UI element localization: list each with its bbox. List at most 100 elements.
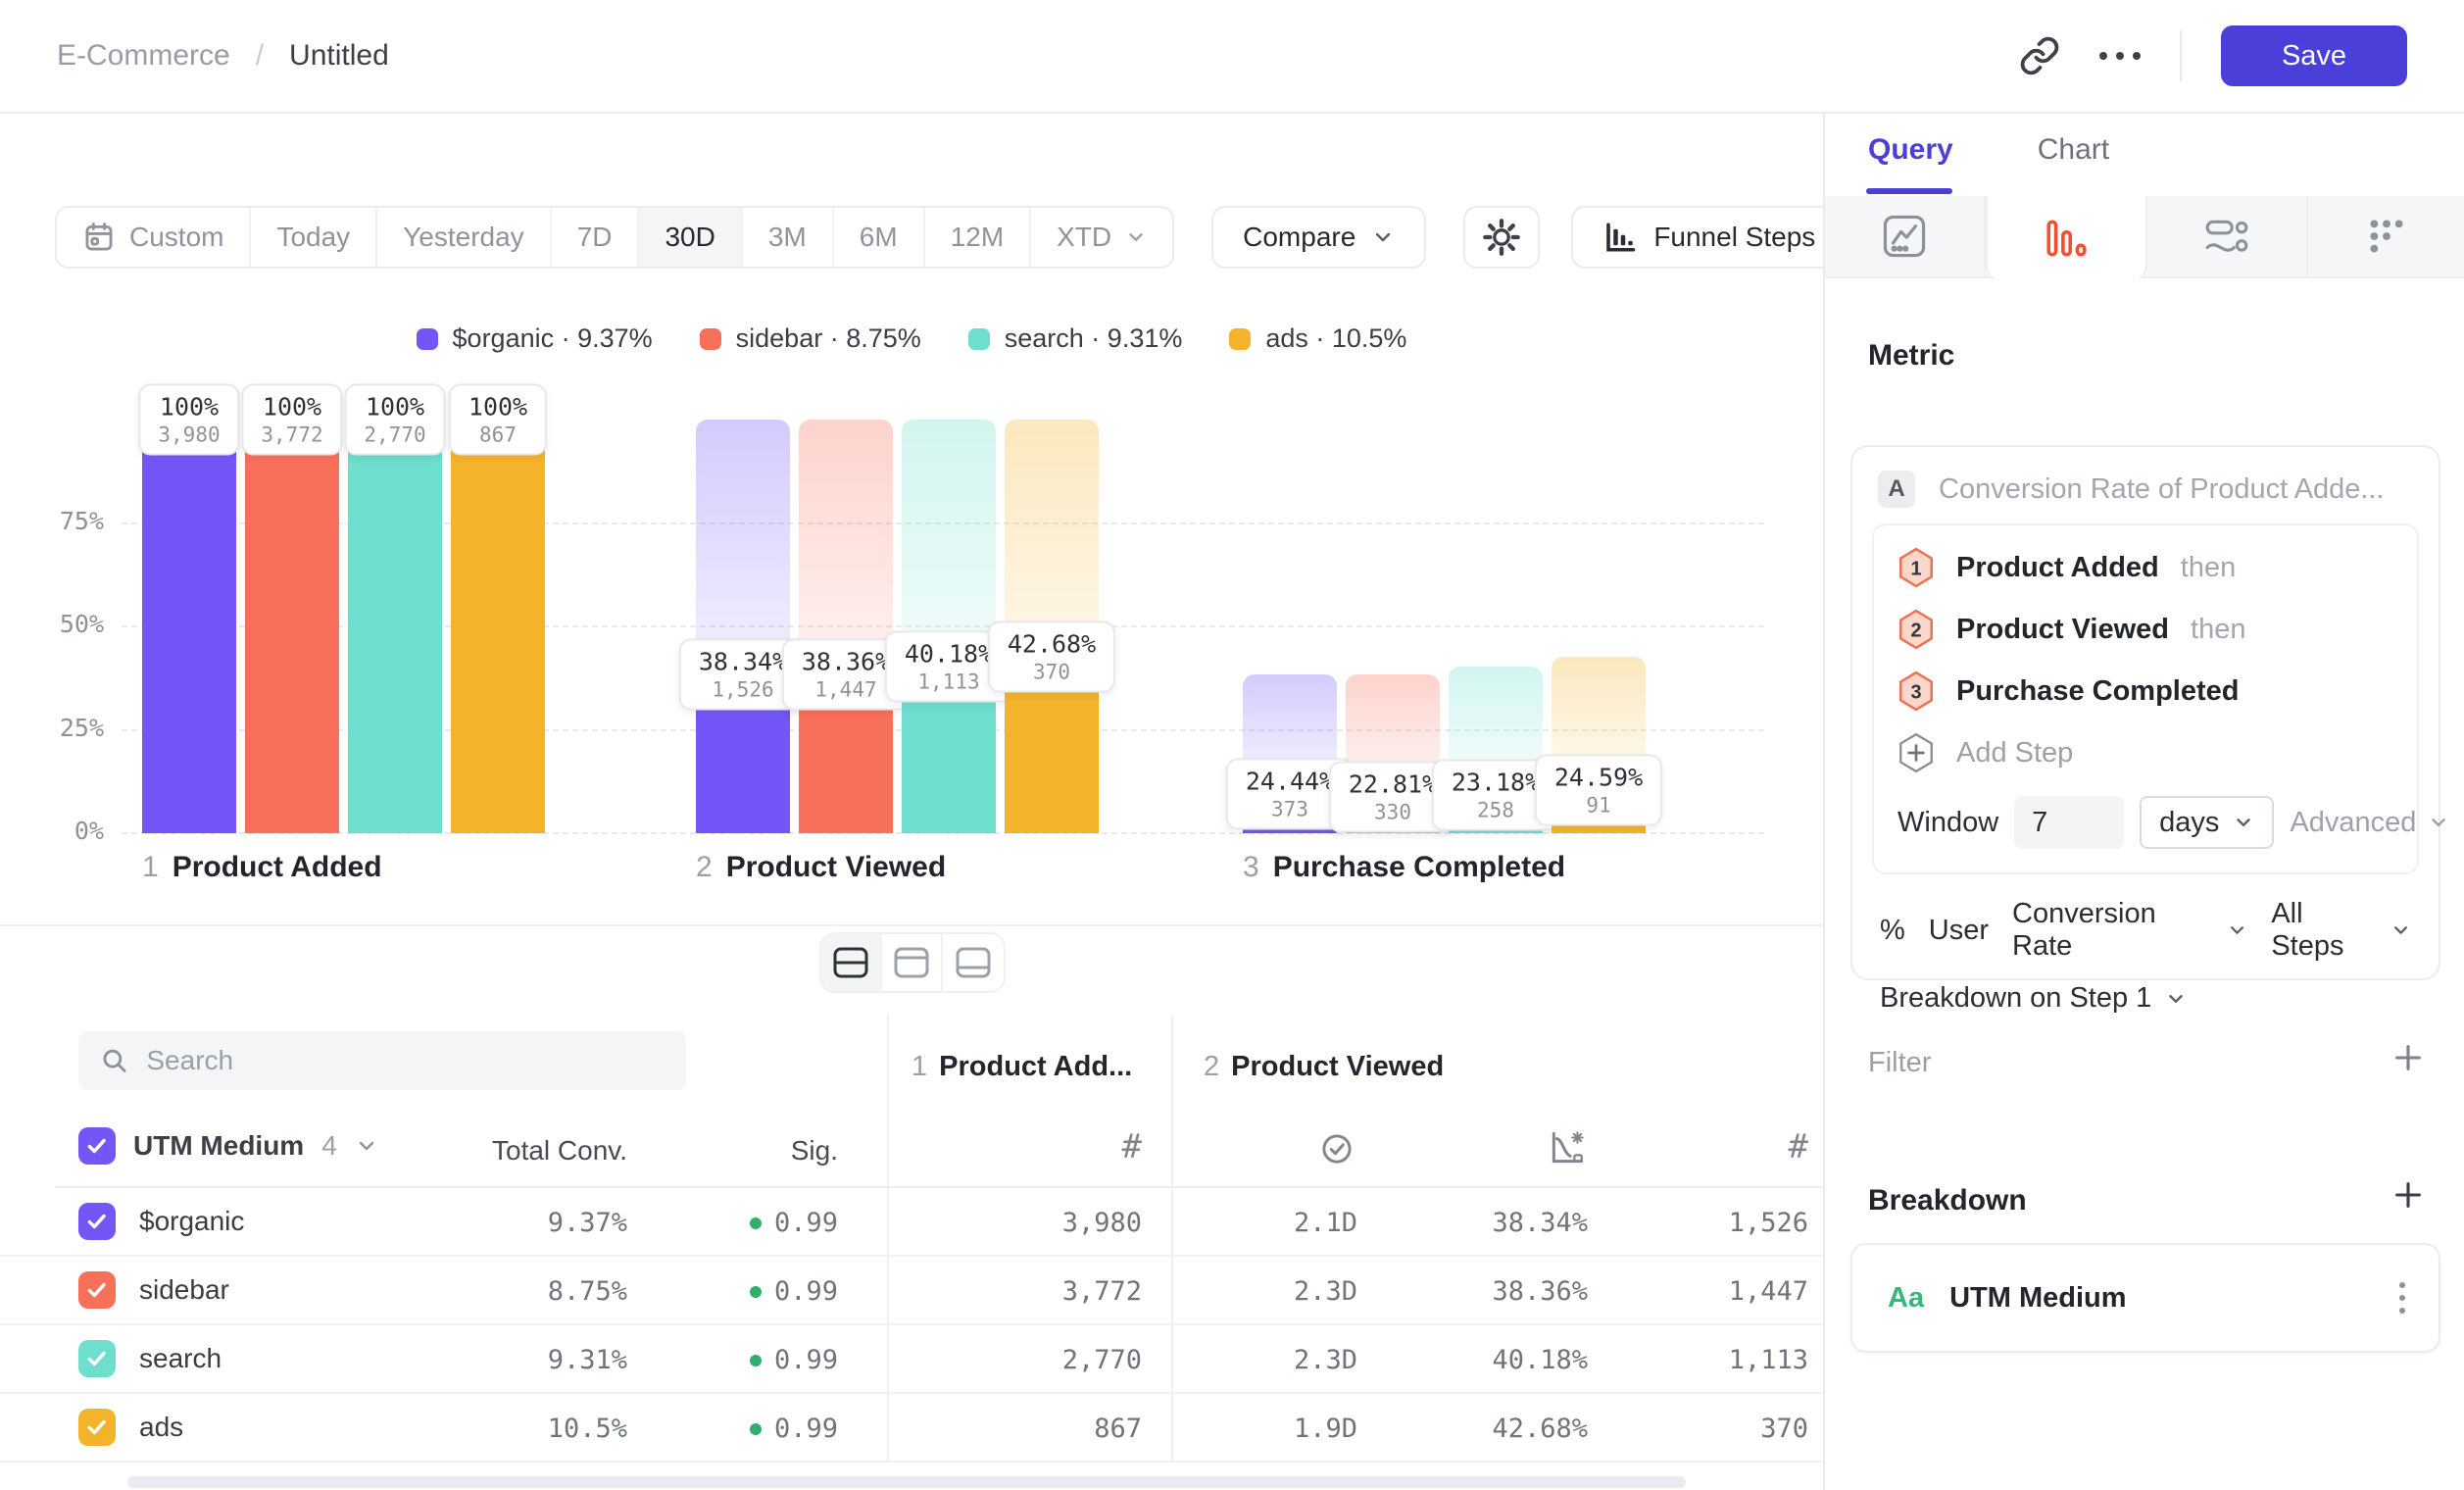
add-filter-button[interactable] <box>2391 1041 2425 1079</box>
metric-step-1[interactable]: 1Product Addedthen <box>1897 547 2393 588</box>
table-rows: $organic9.37%0.993,9802.1D38.34%1,526sid… <box>0 1188 1823 1463</box>
row-label: $organic <box>139 1206 244 1237</box>
tab-funnel-chart[interactable] <box>1986 196 2148 280</box>
cell-step2-conv: 42.68% <box>1392 1414 1588 1444</box>
table-row-search[interactable]: search9.31%0.992,7702.3D40.18%1,113 <box>0 1325 1823 1394</box>
cell-step1-count: 3,772 <box>946 1276 1142 1307</box>
layout-table-only-button[interactable] <box>943 934 1004 991</box>
solid-bar <box>451 420 545 833</box>
table-step-group-2[interactable]: 2Product Viewed <box>1204 1051 1444 1083</box>
tab-query[interactable]: Query <box>1868 133 1953 167</box>
measure-scope-select[interactable]: All Steps <box>2271 898 2411 963</box>
layout-toggle <box>819 932 1006 993</box>
metric-step-2[interactable]: 2Product Viewedthen <box>1897 609 2393 650</box>
breadcrumb-current[interactable]: Untitled <box>289 39 389 73</box>
conversion-chart-icon <box>1547 1127 1588 1168</box>
funnel-bar-$organic-step-3[interactable]: 24.44%373 <box>1243 674 1337 833</box>
funnel-bar-search-step-3[interactable]: 23.18%258 <box>1449 667 1543 833</box>
tab-cohort-chart[interactable] <box>2308 196 2464 276</box>
table-row-ads[interactable]: ads10.5%0.998671.9D42.68%370 <box>0 1394 1823 1463</box>
cell-step2-count: 370 <box>1612 1414 1808 1444</box>
select-all-checkbox[interactable] <box>78 1127 116 1165</box>
cell-total-conv: 9.37% <box>431 1208 627 1238</box>
funnel-bar-search-step-1[interactable]: 100%2,770 <box>348 420 442 833</box>
row-label: ads <box>139 1412 183 1443</box>
layout-split-button[interactable] <box>821 934 882 991</box>
add-step-button[interactable]: Add Step <box>1897 732 2393 773</box>
row-checkbox[interactable] <box>78 1409 116 1446</box>
check-icon <box>84 1209 110 1234</box>
layout-chart-only-button[interactable] <box>882 934 943 991</box>
hash-icon: # <box>1122 1127 1142 1167</box>
bar-value-label: 100%3,772 <box>241 384 342 456</box>
search-input[interactable] <box>146 1045 665 1076</box>
table-step-group-1[interactable]: 1Product Add... <box>912 1051 1132 1083</box>
total-conv-header[interactable]: Total Conv. <box>431 1135 627 1167</box>
advanced-toggle[interactable]: Advanced <box>2290 807 2449 839</box>
window-label: Window <box>1897 807 1998 839</box>
more-options-button[interactable] <box>2099 52 2141 60</box>
breadcrumb-root[interactable]: E-Commerce <box>57 39 230 73</box>
sig-header[interactable]: Sig. <box>701 1135 838 1167</box>
breadcrumb: E-Commerce / Untitled <box>57 39 389 73</box>
metric-heading: Metric <box>1868 339 1954 372</box>
tab-line-chart[interactable] <box>1825 196 1986 276</box>
funnel-bar-$organic-step-2[interactable]: 38.34%1,526 <box>696 420 790 833</box>
check-icon <box>84 1277 110 1303</box>
sig-dot <box>750 1286 762 1298</box>
cell-total-conv: 8.75% <box>431 1276 627 1307</box>
horizontal-scrollbar[interactable] <box>127 1476 1686 1488</box>
funnel-bar-sidebar-step-1[interactable]: 100%3,772 <box>245 420 339 833</box>
chevron-down-icon[interactable] <box>355 1134 378 1158</box>
breakdown-on-step-select[interactable]: Breakdown on Step 1 <box>1852 963 2439 1015</box>
measure-metric-select[interactable]: Conversion Rate <box>2012 898 2247 963</box>
cell-step2-conv: 38.34% <box>1392 1208 1588 1238</box>
table-row-sidebar[interactable]: sidebar8.75%0.993,7722.3D38.36%1,447 <box>0 1257 1823 1325</box>
active-tab-underline <box>1866 188 1952 194</box>
tab-flow-chart[interactable] <box>2147 196 2308 276</box>
kebab-icon <box>2399 1282 2405 1288</box>
share-link-button[interactable] <box>2019 35 2060 76</box>
add-breakdown-button[interactable] <box>2391 1178 2425 1217</box>
funnel-bar-search-step-2[interactable]: 40.18%1,113 <box>902 420 996 833</box>
cell-total-conv: 10.5% <box>431 1414 627 1444</box>
funnel-bar-ads-step-3[interactable]: 24.59%91 <box>1552 657 1646 833</box>
breakdown-item-menu[interactable] <box>2399 1282 2405 1314</box>
metric-step-3[interactable]: 3Purchase Completed <box>1897 670 2393 712</box>
funnel-bar-ads-step-2[interactable]: 42.68%370 <box>1005 420 1099 833</box>
save-button[interactable]: Save <box>2221 25 2407 86</box>
funnel-steps-editor: 1Product Addedthen 2Product Viewedthen 3Pu… <box>1872 523 2419 874</box>
row-checkbox[interactable] <box>78 1203 116 1240</box>
main-content: CustomTodayYesterday7D30D3M6M12MXTD Comp… <box>0 114 1823 1490</box>
step2-count-column[interactable]: # <box>1749 1127 1808 1167</box>
svg-text:2: 2 <box>1910 620 1921 641</box>
svg-text:3: 3 <box>1910 681 1921 703</box>
step2-conv-column[interactable] <box>1529 1127 1588 1168</box>
chevron-down-icon <box>2227 919 2247 941</box>
funnel-bar-sidebar-step-2[interactable]: 38.36%1,447 <box>799 420 893 833</box>
breakdown-column-header[interactable]: UTM Medium <box>133 1130 304 1162</box>
funnel-bar-sidebar-step-3[interactable]: 22.81%330 <box>1346 674 1440 833</box>
chevron-down-icon <box>2165 988 2187 1010</box>
window-value-input[interactable] <box>2014 796 2124 849</box>
measure-pct: % <box>1880 915 1905 947</box>
row-checkbox[interactable] <box>78 1271 116 1309</box>
table-row-$organic[interactable]: $organic9.37%0.993,9802.1D38.34%1,526 <box>0 1188 1823 1257</box>
step1-count-column[interactable]: # <box>1083 1127 1142 1167</box>
measure-user[interactable]: User <box>1929 915 1989 947</box>
row-checkbox[interactable] <box>78 1340 116 1377</box>
tab-chart[interactable]: Chart <box>2038 133 2109 167</box>
breakdown-item[interactable]: Aa UTM Medium <box>1850 1243 2440 1353</box>
topbar: E-Commerce / Untitled Save <box>0 0 2464 114</box>
funnel-bar-$organic-step-1[interactable]: 100%3,980 <box>142 420 236 833</box>
cell-step2-time: 2.1D <box>1161 1208 1357 1238</box>
step2-time-column[interactable] <box>1299 1127 1357 1168</box>
bar-value-label: 100%2,770 <box>344 384 445 456</box>
row-label: search <box>139 1343 222 1374</box>
metric-title[interactable]: Conversion Rate of Product Adde... <box>1939 473 2385 506</box>
filter-section-label: Filter <box>1868 1047 1931 1079</box>
cell-step2-time: 1.9D <box>1161 1414 1357 1444</box>
window-unit-select[interactable]: days <box>2140 796 2274 849</box>
cell-step2-count: 1,447 <box>1612 1276 1808 1307</box>
funnel-bar-ads-step-1[interactable]: 100%867 <box>451 420 545 833</box>
